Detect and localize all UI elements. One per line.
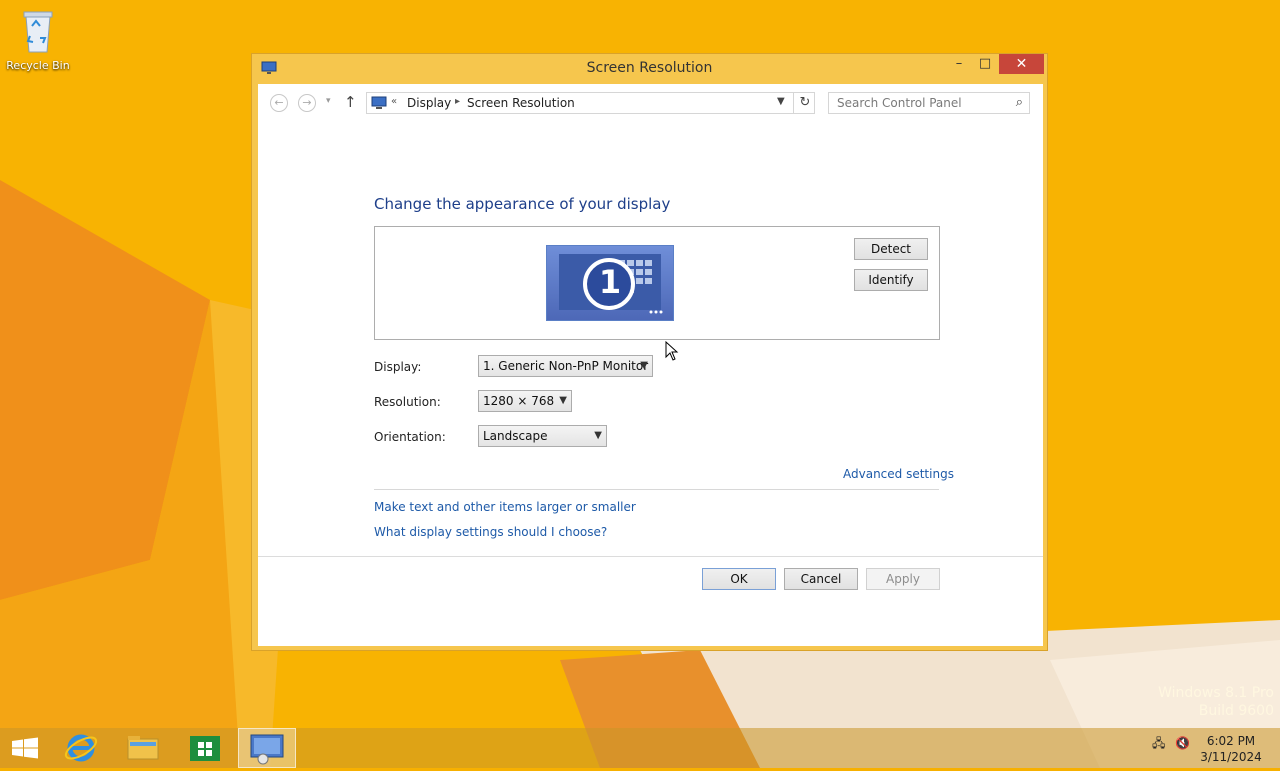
display-label: Display:: [374, 360, 422, 374]
window-content: ← → ▾ ↑ « Display ▸ Screen Resolution ▼ …: [258, 84, 1043, 646]
recycle-bin-label: Recycle Bin: [6, 59, 70, 72]
screen-resolution-window: Screen Resolution – □ ✕ ← → ▾ ↑ « Displa…: [251, 53, 1048, 651]
display-select-value: 1. Generic Non-PnP Monitor: [483, 359, 649, 373]
breadcrumb-overflow[interactable]: «: [391, 96, 397, 107]
chevron-down-icon: ▼: [594, 430, 602, 441]
forward-button[interactable]: →: [298, 94, 316, 112]
search-box[interactable]: Search Control Panel ⌕: [828, 92, 1030, 114]
orientation-select-value: Landscape: [483, 429, 548, 443]
control-panel-icon: [250, 734, 284, 765]
taskbar-file-explorer[interactable]: [114, 728, 172, 768]
section-divider: [374, 489, 939, 490]
resolution-select[interactable]: 1280 × 768 ▼: [478, 390, 572, 412]
windows-watermark: Windows 8.1 Pro Build 9600: [1158, 684, 1274, 720]
detect-button[interactable]: Detect: [854, 238, 928, 260]
display-help-link[interactable]: What display settings should I choose?: [374, 525, 607, 539]
maximize-button[interactable]: □: [972, 54, 998, 74]
taskbar-clock[interactable]: 6:02 PM 3/11/2024: [1196, 733, 1266, 765]
minimize-button[interactable]: –: [946, 54, 972, 74]
mouse-cursor-icon: [665, 341, 679, 361]
title-bar[interactable]: Screen Resolution – □ ✕: [252, 54, 1047, 84]
start-button[interactable]: [0, 728, 58, 768]
folder-icon: [127, 736, 159, 760]
cancel-button[interactable]: Cancel: [784, 568, 858, 590]
taskbar: 🖧 🔇 6:02 PM 3/11/2024: [0, 728, 1280, 768]
page-title: Change the appearance of your display: [374, 195, 671, 213]
watermark-build: Build 9600: [1198, 703, 1274, 719]
navigation-bar: ← → ▾ ↑ « Display ▸ Screen Resolution ▼ …: [258, 84, 1043, 120]
windows-logo-icon: [12, 737, 38, 759]
display-select[interactable]: 1. Generic Non-PnP Monitor ▼: [478, 355, 653, 377]
refresh-icon[interactable]: ↻: [793, 93, 816, 113]
address-bar[interactable]: « Display ▸ Screen Resolution ▼ ↻: [366, 92, 815, 114]
recycle-bin-icon: [23, 11, 53, 53]
system-tray: 🖧 🔇: [1152, 734, 1190, 755]
identify-button[interactable]: Identify: [854, 269, 928, 291]
monitor-arrangement-panel: 1 Detect Identify: [374, 226, 940, 340]
monitor-1-tile[interactable]: 1: [546, 245, 674, 321]
orientation-select[interactable]: Landscape ▼: [478, 425, 607, 447]
watermark-edition: Windows 8.1 Pro: [1158, 685, 1274, 701]
internet-explorer-icon: [64, 734, 98, 762]
resolution-select-value: 1280 × 768: [483, 394, 555, 408]
control-panel-icon: [371, 96, 387, 109]
chevron-down-icon: ▼: [640, 360, 648, 371]
store-icon: [190, 736, 220, 761]
taskbar-store[interactable]: [176, 728, 234, 768]
footer-divider: [258, 556, 1043, 557]
monitor-number: 1: [598, 263, 622, 301]
window-title: Screen Resolution: [586, 60, 713, 76]
search-input[interactable]: Search Control Panel: [837, 96, 962, 110]
advanced-settings-link[interactable]: Advanced settings: [843, 467, 954, 481]
resolution-label: Resolution:: [374, 395, 441, 409]
taskbar-internet-explorer[interactable]: [52, 728, 110, 768]
breadcrumb-display[interactable]: Display: [407, 96, 451, 110]
orientation-label: Orientation:: [374, 430, 446, 444]
clock-date: 3/11/2024: [1200, 750, 1262, 764]
apply-button[interactable]: Apply: [866, 568, 940, 590]
address-dropdown-icon[interactable]: ▼: [777, 96, 785, 107]
close-button[interactable]: ✕: [999, 54, 1044, 74]
back-button[interactable]: ←: [270, 94, 288, 112]
recycle-bin-shortcut[interactable]: Recycle Bin: [4, 6, 72, 72]
recent-locations-icon[interactable]: ▾: [326, 96, 331, 106]
breadcrumb-separator-icon[interactable]: ▸: [455, 96, 460, 107]
chevron-down-icon: ▼: [559, 395, 567, 406]
text-size-link[interactable]: Make text and other items larger or smal…: [374, 500, 636, 514]
up-arrow-icon[interactable]: ↑: [344, 93, 357, 111]
search-icon[interactable]: ⌕: [1016, 95, 1023, 110]
clock-time: 6:02 PM: [1206, 734, 1256, 748]
volume-muted-icon[interactable]: 🔇: [1175, 736, 1190, 750]
breadcrumb-screen-resolution[interactable]: Screen Resolution: [467, 96, 575, 110]
network-icon[interactable]: 🖧: [1152, 736, 1165, 750]
taskbar-control-panel[interactable]: [238, 728, 296, 768]
ok-button[interactable]: OK: [702, 568, 776, 590]
